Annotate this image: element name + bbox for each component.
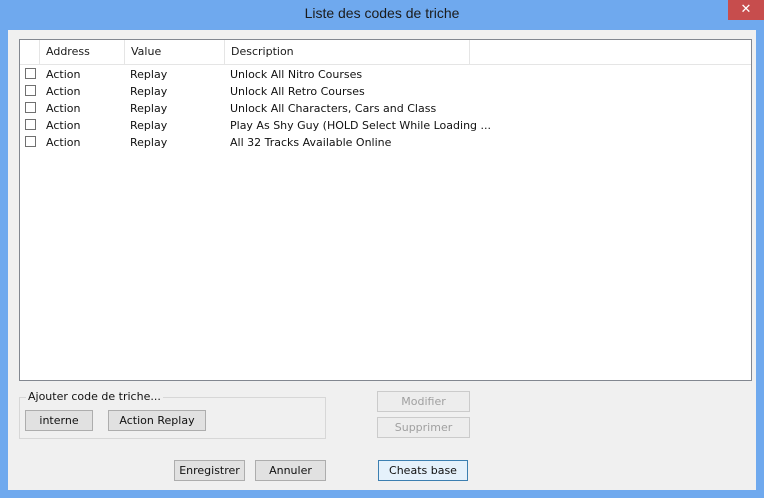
row-value: Replay: [130, 119, 168, 132]
row-checkbox[interactable]: [25, 119, 36, 130]
row-value: Replay: [130, 85, 168, 98]
table-row[interactable]: Action Replay Unlock All Characters, Car…: [20, 100, 751, 117]
window-title: Liste des codes de triche: [304, 5, 460, 21]
row-description: Unlock All Nitro Courses: [230, 68, 363, 81]
header-address[interactable]: Address: [40, 40, 125, 64]
header-checkbox-column[interactable]: [20, 40, 40, 64]
cheat-list-window: Liste des codes de triche ✕ Address Valu…: [0, 0, 764, 498]
save-button[interactable]: Enregistrer: [174, 460, 245, 481]
table-row[interactable]: Action Replay Unlock All Retro Courses: [20, 83, 751, 100]
add-cheat-group-label: Ajouter code de triche...: [26, 390, 163, 403]
row-description: Play As Shy Guy (HOLD Select While Loadi…: [230, 119, 492, 132]
modify-button[interactable]: Modifier: [377, 391, 470, 412]
row-address: Action: [46, 119, 81, 132]
delete-button[interactable]: Supprimer: [377, 417, 470, 438]
row-checkbox[interactable]: [25, 136, 36, 147]
dialog-client-area: Address Value Description Action Replay …: [8, 30, 756, 490]
row-checkbox[interactable]: [25, 102, 36, 113]
table-row[interactable]: Action Replay Unlock All Nitro Courses: [20, 66, 751, 83]
header-description[interactable]: Description: [225, 40, 470, 64]
title-bar[interactable]: Liste des codes de triche ✕: [0, 0, 764, 30]
row-description: All 32 Tracks Available Online: [230, 136, 392, 149]
row-address: Action: [46, 85, 81, 98]
row-value: Replay: [130, 102, 168, 115]
add-internal-button[interactable]: interne: [25, 410, 93, 431]
list-header: Address Value Description: [20, 40, 751, 65]
header-value[interactable]: Value: [125, 40, 225, 64]
cheats-base-button[interactable]: Cheats base: [378, 460, 468, 481]
row-checkbox[interactable]: [25, 68, 36, 79]
row-address: Action: [46, 136, 81, 149]
add-action-replay-button[interactable]: Action Replay: [108, 410, 206, 431]
row-description: Unlock All Retro Courses: [230, 85, 365, 98]
close-button[interactable]: ✕: [728, 0, 764, 20]
cheat-list[interactable]: Address Value Description Action Replay …: [19, 39, 752, 381]
row-value: Replay: [130, 68, 168, 81]
table-row[interactable]: Action Replay Play As Shy Guy (HOLD Sele…: [20, 117, 751, 134]
close-icon: ✕: [740, 2, 752, 17]
cancel-button[interactable]: Annuler: [255, 460, 326, 481]
table-row[interactable]: Action Replay All 32 Tracks Available On…: [20, 134, 751, 151]
row-address: Action: [46, 102, 81, 115]
row-checkbox[interactable]: [25, 85, 36, 96]
row-address: Action: [46, 68, 81, 81]
row-description: Unlock All Characters, Cars and Class: [230, 102, 437, 115]
row-value: Replay: [130, 136, 168, 149]
